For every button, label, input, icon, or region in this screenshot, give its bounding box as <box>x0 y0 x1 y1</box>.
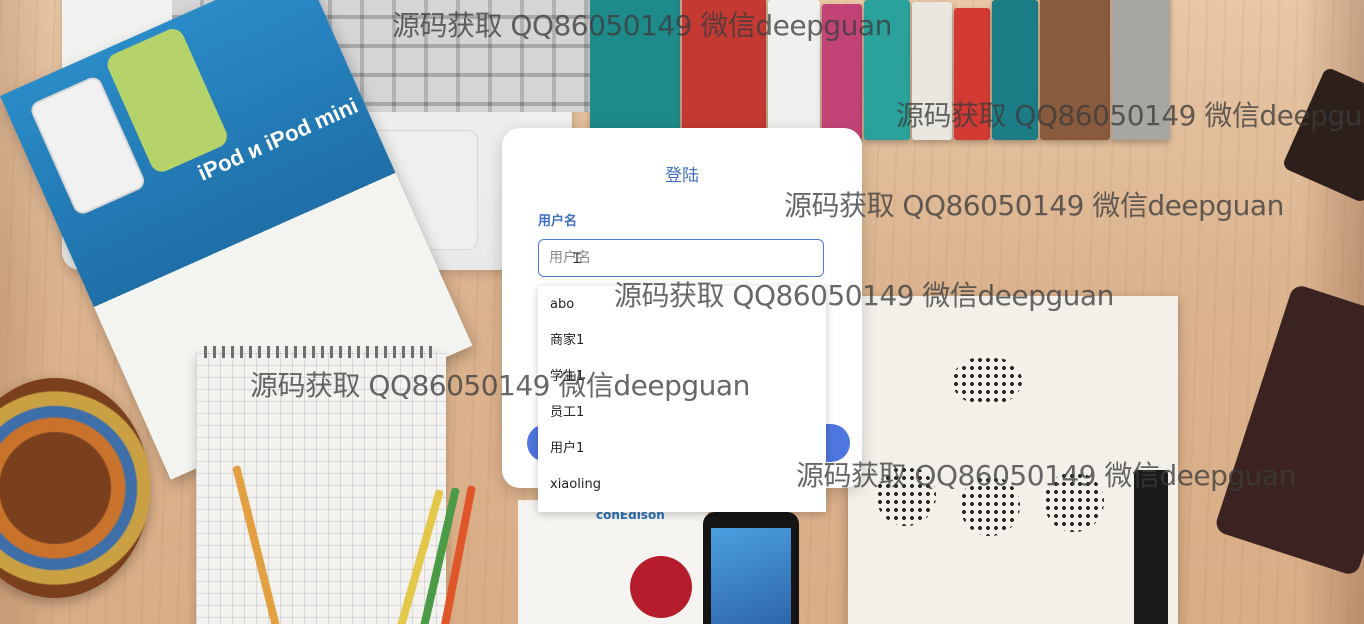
login-title: 登陆 <box>665 166 699 186</box>
login-page: iPod и iPod mini conEdison 登陆 用户名 用户名 Ｉ … <box>0 0 1364 624</box>
autocomplete-dropdown: abo 商家1 学生1 员工1 用户1 xiaoling <box>538 286 826 512</box>
lg-logo <box>630 556 692 618</box>
autocomplete-option[interactable]: 员工1 <box>538 395 826 431</box>
autocomplete-option[interactable]: 商家1 <box>538 323 826 359</box>
marker-image <box>1134 470 1168 624</box>
autocomplete-option[interactable]: 学生1 <box>538 359 826 395</box>
username-input[interactable] <box>538 239 824 277</box>
username-label: 用户名 <box>538 214 578 229</box>
open-book-image <box>848 296 1178 624</box>
autocomplete-option[interactable]: xiaoling <box>538 467 826 503</box>
product-box-image: conEdison <box>518 500 708 624</box>
books-image <box>590 0 1170 140</box>
autocomplete-option[interactable]: 用户1 <box>538 431 826 467</box>
phone-image <box>703 512 799 624</box>
autocomplete-option[interactable]: abo <box>538 287 826 323</box>
